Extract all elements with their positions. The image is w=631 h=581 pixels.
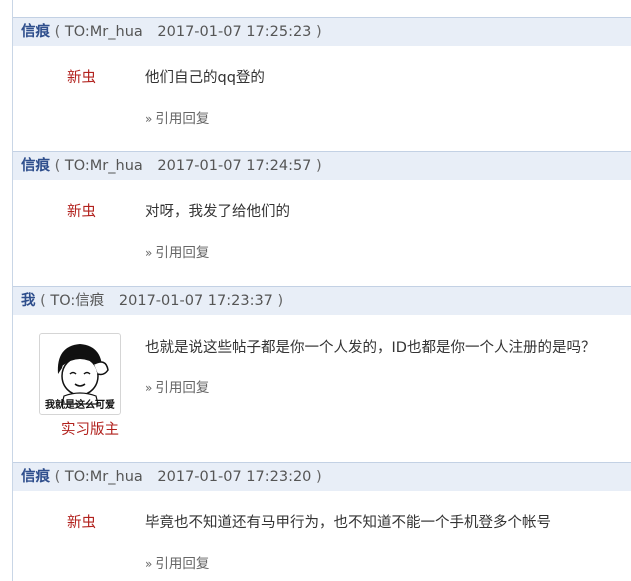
open-paren: (: [54, 24, 61, 40]
author-link[interactable]: 信痕: [21, 24, 50, 40]
recipient-name[interactable]: Mr_hua: [90, 158, 143, 174]
close-paren: ): [316, 24, 322, 40]
message-text: 他们自己的qq登的: [145, 70, 265, 86]
post-3: 我 ( TO:信痕 2017-01-07 17:23:37 ) 我就是这么可爱 …: [13, 286, 631, 462]
raquo-icon: »: [145, 381, 153, 395]
close-paren: ): [277, 293, 284, 309]
sender-title[interactable]: 实习版主: [53, 418, 127, 439]
quote-reply-label: 引用回复: [155, 111, 210, 127]
quote-reply-link[interactable]: » 引用回复: [145, 107, 209, 127]
post-4: 信痕 ( TO:Mr_hua 2017-01-07 17:23:20 ) 新虫 …: [13, 462, 631, 581]
meme-face-avatar-icon[interactable]: 我就是这么可爱: [39, 333, 121, 415]
post-header: 信痕 ( TO:Mr_hua 2017-01-07 17:25:23 ): [13, 17, 631, 46]
author-link[interactable]: 信痕: [21, 469, 50, 485]
author-link[interactable]: 我: [21, 293, 36, 309]
post-header: 我 ( TO:信痕 2017-01-07 17:23:37 ): [13, 286, 631, 315]
recipient-name[interactable]: Mr_hua: [90, 469, 143, 485]
to-prefix: TO:: [50, 293, 76, 309]
author-link[interactable]: 信痕: [21, 158, 50, 174]
sender-name[interactable]: 新虫: [67, 200, 96, 221]
quote-reply-link[interactable]: » 引用回复: [145, 552, 209, 572]
raquo-icon: »: [145, 246, 153, 260]
post-timestamp: 2017-01-07 17:23:20: [157, 469, 312, 485]
close-paren: ): [316, 469, 322, 485]
quote-reply-label: 引用回复: [155, 245, 210, 261]
open-paren: (: [54, 158, 61, 174]
raquo-icon: »: [145, 112, 153, 126]
quote-reply-label: 引用回复: [155, 556, 210, 572]
open-paren: (: [54, 469, 61, 485]
quote-reply-link[interactable]: » 引用回复: [145, 241, 209, 261]
open-paren: (: [40, 293, 46, 309]
raquo-icon: »: [145, 557, 153, 571]
close-paren: ): [316, 158, 322, 174]
avatar-caption: 我就是这么可爱: [45, 400, 115, 411]
message-text: 对呀，我发了给他们的: [145, 204, 290, 220]
to-prefix: TO:: [64, 469, 90, 485]
quote-reply-link[interactable]: » 引用回复: [145, 376, 209, 396]
to-prefix: TO:: [64, 24, 90, 40]
post-timestamp: 2017-01-07 17:24:57: [157, 158, 312, 174]
post-2: 信痕 ( TO:Mr_hua 2017-01-07 17:24:57 ) 新虫 …: [13, 151, 631, 286]
message-text: 毕竟也不知道还有马甲行为，也不知道不能一个手机登多个帐号: [145, 515, 551, 531]
recipient-name[interactable]: 信痕: [75, 293, 104, 309]
post-timestamp: 2017-01-07 17:25:23: [157, 24, 312, 40]
sender-name[interactable]: 新虫: [67, 511, 96, 532]
message-text: 也就是说这些帖子都是你一个人发的，ID也都是你一个人注册的是吗？: [145, 340, 596, 356]
post-1: 信痕 ( TO:Mr_hua 2017-01-07 17:25:23 ) 新虫 …: [13, 17, 631, 151]
message-thread: 信痕 ( TO:Mr_hua 2017-01-07 17:25:23 ) 新虫 …: [0, 0, 631, 581]
post-timestamp: 2017-01-07 17:23:37: [118, 293, 273, 309]
quote-reply-label: 引用回复: [155, 380, 210, 396]
recipient-name[interactable]: Mr_hua: [90, 24, 143, 40]
to-prefix: TO:: [64, 158, 90, 174]
sender-name[interactable]: 新虫: [67, 66, 96, 87]
post-header: 信痕 ( TO:Mr_hua 2017-01-07 17:23:20 ): [13, 462, 631, 491]
post-header: 信痕 ( TO:Mr_hua 2017-01-07 17:24:57 ): [13, 151, 631, 180]
